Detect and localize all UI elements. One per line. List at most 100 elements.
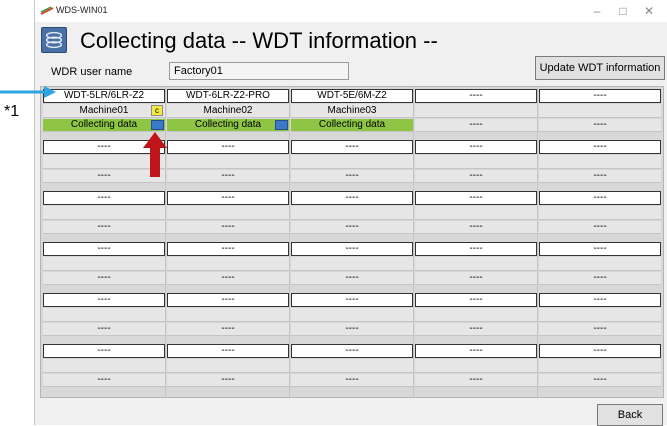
device-model: ----	[291, 293, 413, 307]
device-cell[interactable]: ---- ----	[415, 342, 538, 392]
machine-name	[415, 308, 537, 322]
collection-status: ----	[539, 119, 661, 132]
machine-name	[415, 104, 537, 118]
device-cell[interactable]: WDT-6LR-Z2-PRO Machine02 Collecting data	[167, 87, 290, 137]
collection-status: ----	[43, 221, 165, 234]
device-cell[interactable]: ---- ----	[43, 291, 166, 341]
machine-name	[167, 257, 289, 271]
device-model: ----	[43, 242, 165, 256]
app-icon	[40, 6, 54, 15]
device-model: ----	[43, 344, 165, 358]
machine-name	[539, 206, 661, 220]
collection-status: ----	[167, 323, 289, 336]
device-cell[interactable]: ---- ----	[291, 138, 414, 188]
device-model: ----	[539, 89, 661, 103]
machine-name	[43, 359, 165, 373]
device-grid: WDT-5LR/6LR-Z2 Machine01 Collecting data c W…	[40, 86, 664, 398]
collection-status: ----	[539, 221, 661, 234]
device-model: ----	[291, 140, 413, 154]
user-name-label: WDR user name	[51, 66, 133, 78]
collection-status: ----	[415, 170, 537, 183]
machine-name	[415, 257, 537, 271]
machine-name	[291, 155, 413, 169]
device-cell[interactable]: ---- ----	[539, 291, 662, 341]
device-model: ----	[415, 191, 537, 205]
device-cell[interactable]: ---- ----	[415, 138, 538, 188]
collection-status: ----	[291, 221, 413, 234]
collection-status: ----	[291, 374, 413, 387]
device-cell[interactable]: ---- ----	[539, 189, 662, 239]
collection-status: ----	[167, 221, 289, 234]
machine-name	[43, 206, 165, 220]
device-cell[interactable]: ---- ----	[539, 87, 662, 137]
device-cell[interactable]: ---- ----	[539, 240, 662, 290]
collection-toggle-button[interactable]	[151, 120, 164, 130]
device-cell[interactable]: ---- ----	[415, 240, 538, 290]
update-wdt-button[interactable]: Update WDT information	[535, 56, 665, 80]
device-model: ----	[167, 191, 289, 205]
machine-name	[167, 308, 289, 322]
device-model: ----	[415, 89, 537, 103]
device-model: ----	[291, 242, 413, 256]
device-model: WDT-5LR/6LR-Z2	[43, 89, 165, 103]
device-cell[interactable]: ---- ----	[167, 138, 290, 188]
machine-name	[539, 155, 661, 169]
machine-name	[167, 155, 289, 169]
collection-status: ----	[167, 170, 289, 183]
device-cell[interactable]: ---- ----	[43, 240, 166, 290]
machine-name	[291, 206, 413, 220]
device-cell[interactable]: ---- ----	[415, 291, 538, 341]
device-cell[interactable]: ---- ----	[539, 342, 662, 392]
device-cell[interactable]: ---- ----	[167, 240, 290, 290]
device-cell[interactable]: ---- ----	[43, 342, 166, 392]
machine-name	[539, 308, 661, 322]
device-cell[interactable]: WDT-5LR/6LR-Z2 Machine01 Collecting data c	[43, 87, 166, 137]
device-cell[interactable]: ---- ----	[43, 189, 166, 239]
app-window: WDS-WIN01 – □ ✕ Collecting data -- WDT i…	[34, 0, 667, 426]
device-model: ----	[539, 242, 661, 256]
machine-name	[415, 206, 537, 220]
window-title: WDS-WIN01	[56, 5, 108, 15]
device-cell[interactable]: WDT-5E/6M-Z2 Machine03 Collecting data	[291, 87, 414, 137]
machine-name	[291, 257, 413, 271]
annotation-label: *1	[4, 103, 20, 120]
data-collect-icon	[41, 27, 67, 53]
collection-status: ----	[415, 221, 537, 234]
device-cell[interactable]: ---- ----	[415, 189, 538, 239]
minimize-button[interactable]: –	[587, 3, 607, 19]
c-icon[interactable]: c	[151, 105, 163, 116]
maximize-button[interactable]: □	[613, 3, 633, 19]
collection-status: ----	[167, 272, 289, 285]
machine-name	[415, 359, 537, 373]
machine-name: Machine03	[291, 104, 413, 118]
device-cell[interactable]: ---- ----	[167, 342, 290, 392]
collection-status: ----	[291, 323, 413, 336]
back-button[interactable]: Back	[597, 404, 663, 426]
device-cell[interactable]: ---- ----	[167, 291, 290, 341]
collection-status: ----	[43, 323, 165, 336]
device-cell[interactable]: ---- ----	[291, 291, 414, 341]
device-cell[interactable]: ---- ----	[415, 87, 538, 137]
device-cell[interactable]: ---- ----	[291, 240, 414, 290]
collection-status: ----	[43, 272, 165, 285]
device-cell[interactable]: ---- ----	[539, 138, 662, 188]
machine-name	[291, 359, 413, 373]
device-model: ----	[167, 140, 289, 154]
device-model: ----	[167, 293, 289, 307]
collection-status: ----	[167, 374, 289, 387]
machine-name	[539, 104, 661, 118]
machine-name: Machine01	[43, 104, 165, 118]
collection-toggle-button[interactable]	[275, 120, 288, 130]
device-cell[interactable]: ---- ----	[291, 189, 414, 239]
machine-name	[539, 359, 661, 373]
device-model: ----	[167, 344, 289, 358]
collection-status: ----	[291, 272, 413, 285]
device-cell[interactable]: ---- ----	[167, 189, 290, 239]
close-button[interactable]: ✕	[639, 3, 659, 19]
device-model: ----	[291, 344, 413, 358]
device-model: ----	[539, 191, 661, 205]
device-cell[interactable]: ---- ----	[291, 342, 414, 392]
device-model: ----	[539, 140, 661, 154]
device-model: ----	[415, 344, 537, 358]
device-model: WDT-5E/6M-Z2	[291, 89, 413, 103]
